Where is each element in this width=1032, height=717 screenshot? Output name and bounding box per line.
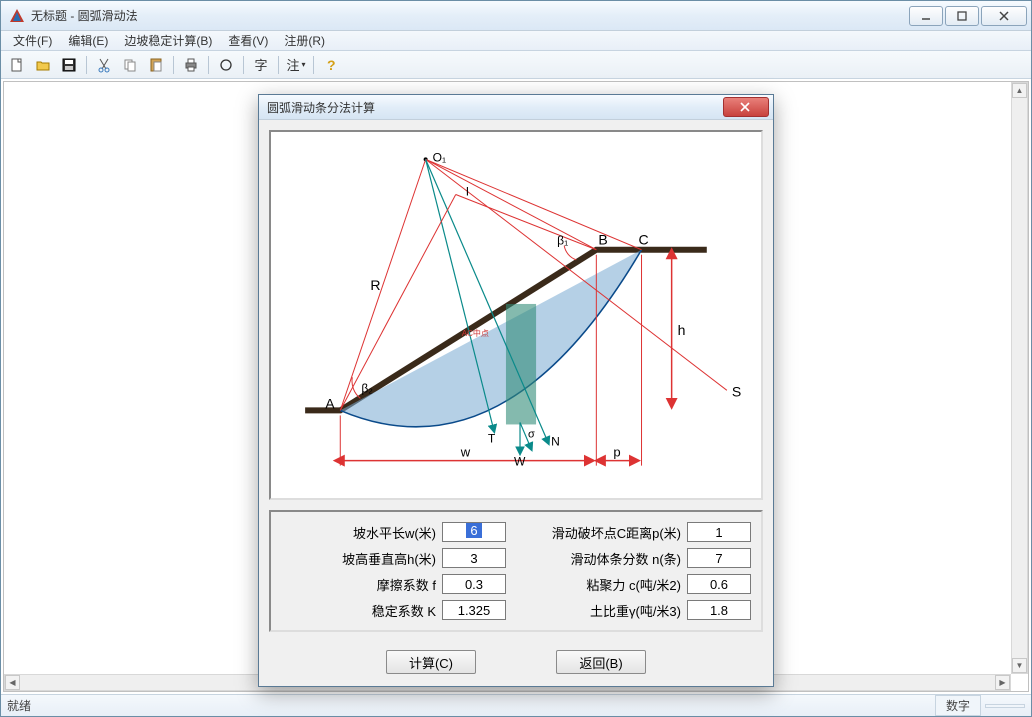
- svg-text:A: A: [325, 395, 335, 411]
- print-button[interactable]: [179, 54, 203, 76]
- svg-text:w: w: [460, 445, 471, 460]
- svg-text:N: N: [551, 435, 560, 449]
- new-file-button[interactable]: [5, 54, 29, 76]
- circle-button[interactable]: [214, 54, 238, 76]
- svg-text:O₁: O₁: [433, 150, 446, 164]
- menu-file[interactable]: 文件(F): [5, 30, 60, 51]
- scroll-right-icon[interactable]: ▶: [995, 675, 1010, 690]
- row-w: 坡水平长w(米) 6: [281, 522, 506, 542]
- dialog-close-button[interactable]: [723, 97, 769, 117]
- separator: [313, 56, 314, 74]
- row-K: 稳定系数 K: [281, 600, 506, 620]
- note-label: 注: [286, 55, 299, 74]
- cut-button[interactable]: [92, 54, 116, 76]
- output-K: [442, 600, 506, 620]
- svg-text:C: C: [639, 232, 649, 248]
- close-button[interactable]: [981, 6, 1027, 26]
- row-h: 坡高垂直高h(米): [281, 548, 506, 568]
- dialog-buttons: 计算(C) 返回(B): [269, 642, 763, 676]
- calculation-dialog: 圆弧滑动条分法计算: [258, 94, 774, 687]
- status-ready: 就绪: [7, 697, 931, 714]
- toolbar: 字 注▾ ?: [1, 51, 1031, 79]
- input-f[interactable]: [442, 574, 506, 594]
- menubar: 文件(F) 编辑(E) 边坡稳定计算(B) 查看(V) 注册(R): [1, 31, 1031, 51]
- window-controls: [909, 6, 1027, 26]
- svg-text:B: B: [598, 232, 607, 248]
- svg-text:W: W: [514, 455, 526, 469]
- close-icon: [740, 102, 752, 112]
- input-gamma[interactable]: [687, 600, 751, 620]
- separator: [243, 56, 244, 74]
- input-w[interactable]: 6: [442, 522, 506, 542]
- input-h[interactable]: [442, 548, 506, 568]
- menu-view[interactable]: 查看(V): [220, 30, 276, 51]
- save-button[interactable]: [57, 54, 81, 76]
- input-c[interactable]: [687, 574, 751, 594]
- scroll-up-icon[interactable]: ▲: [1012, 83, 1027, 98]
- separator: [208, 56, 209, 74]
- svg-text:R: R: [370, 277, 380, 293]
- open-button[interactable]: [31, 54, 55, 76]
- separator: [173, 56, 174, 74]
- label-n: 滑动体条分数 n(条): [570, 549, 681, 568]
- dialog-titlebar[interactable]: 圆弧滑动条分法计算: [259, 95, 773, 120]
- scroll-left-icon[interactable]: ◀: [5, 675, 20, 690]
- separator: [86, 56, 87, 74]
- status-empty: [985, 704, 1025, 708]
- copy-button[interactable]: [118, 54, 142, 76]
- main-titlebar: 无标题 - 圆弧滑动法: [1, 1, 1031, 31]
- app-icon: [9, 8, 25, 24]
- dialog-title: 圆弧滑动条分法计算: [267, 99, 723, 116]
- minimize-button[interactable]: [909, 6, 943, 26]
- svg-text:σ: σ: [528, 429, 535, 441]
- maximize-button[interactable]: [945, 6, 979, 26]
- label-gamma: 土比重γ(吨/米3): [590, 601, 681, 620]
- menu-register[interactable]: 注册(R): [276, 30, 333, 51]
- calculate-button[interactable]: 计算(C): [386, 650, 476, 674]
- vertical-scrollbar[interactable]: ▲ ▼: [1011, 82, 1028, 674]
- status-num: 数字: [935, 695, 981, 716]
- row-p: 滑动破坏点C距离p(米): [526, 522, 751, 542]
- scroll-down-icon[interactable]: ▼: [1012, 658, 1027, 673]
- input-n[interactable]: [687, 548, 751, 568]
- menu-slope[interactable]: 边坡稳定计算(B): [116, 30, 220, 51]
- menu-edit[interactable]: 编辑(E): [60, 30, 116, 51]
- svg-text:β₂: β₂: [361, 381, 373, 395]
- input-p[interactable]: [687, 522, 751, 542]
- dropdown-arrow-icon: ▾: [302, 60, 306, 69]
- label-w: 坡水平长w(米): [353, 523, 436, 542]
- svg-text:I: I: [466, 185, 469, 199]
- row-c: 粘聚力 c(吨/米2): [526, 574, 751, 594]
- window-title: 无标题 - 圆弧滑动法: [31, 7, 909, 24]
- back-button[interactable]: 返回(B): [556, 650, 646, 674]
- row-gamma: 土比重γ(吨/米3): [526, 600, 751, 620]
- svg-text:h: h: [678, 322, 686, 338]
- label-h: 坡高垂直高h(米): [342, 549, 436, 568]
- separator: [278, 56, 279, 74]
- label-f: 摩擦系数 f: [377, 575, 436, 594]
- note-button[interactable]: 注▾: [284, 54, 308, 76]
- input-panel: 坡水平长w(米) 6 滑动破坏点C距离p(米) 坡高垂直高h(米) 滑动体条分数…: [269, 510, 763, 632]
- svg-text:S: S: [732, 383, 741, 399]
- label-K: 稳定系数 K: [372, 601, 436, 620]
- row-n: 滑动体条分数 n(条): [526, 548, 751, 568]
- svg-text:β₁: β₁: [557, 234, 568, 248]
- value-w: 6: [466, 523, 481, 538]
- paste-button[interactable]: [144, 54, 168, 76]
- label-c: 粘聚力 c(吨/米2): [586, 575, 681, 594]
- svg-text:AC中点: AC中点: [462, 328, 489, 338]
- slope-diagram: O₁ I R A B C S h w p T N W σ β₁ β₂ AC中点: [269, 130, 763, 500]
- text-button[interactable]: 字: [249, 54, 273, 76]
- dialog-body: O₁ I R A B C S h w p T N W σ β₁ β₂ AC中点: [259, 120, 773, 686]
- svg-text:p: p: [613, 445, 620, 460]
- row-f: 摩擦系数 f: [281, 574, 506, 594]
- svg-text:T: T: [488, 432, 496, 446]
- svg-text:?: ?: [327, 57, 336, 73]
- statusbar: 就绪 数字: [1, 694, 1031, 716]
- label-p: 滑动破坏点C距离p(米): [552, 523, 681, 542]
- help-button[interactable]: ?: [319, 54, 343, 76]
